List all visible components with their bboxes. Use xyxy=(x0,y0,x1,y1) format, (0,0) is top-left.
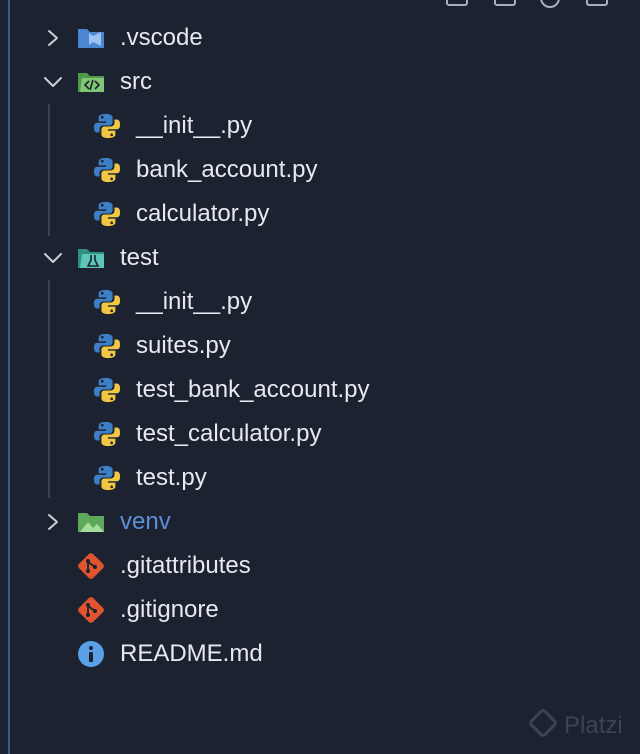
file-readme[interactable]: README.md xyxy=(0,632,640,676)
folder-test[interactable]: test xyxy=(0,236,640,280)
file-label: __init__.py xyxy=(136,112,253,139)
explorer-toolbar xyxy=(0,0,640,10)
folder-label: test xyxy=(120,244,159,271)
file-label: .gitattributes xyxy=(120,552,251,579)
source-folder-icon xyxy=(78,73,104,92)
python-icon xyxy=(93,157,121,183)
venv-folder-icon xyxy=(78,513,104,532)
chevron-right-icon[interactable] xyxy=(44,29,62,47)
file-item[interactable]: __init__.py xyxy=(0,104,640,148)
watermark-text: Platzi xyxy=(564,712,623,739)
chevron-right-icon[interactable] xyxy=(44,513,62,531)
python-icon xyxy=(93,201,121,227)
file-label: .gitignore xyxy=(120,596,219,623)
file-item[interactable]: test_calculator.py xyxy=(0,412,640,456)
new-folder-icon[interactable] xyxy=(494,0,516,6)
platzi-logo-icon xyxy=(527,707,559,739)
python-icon xyxy=(93,421,121,447)
file-item[interactable]: test.py xyxy=(0,456,640,500)
file-gitattributes[interactable]: .gitattributes xyxy=(0,544,640,588)
file-label: test.py xyxy=(136,464,207,491)
test-folder-icon xyxy=(78,249,104,268)
file-item[interactable]: bank_account.py xyxy=(0,148,640,192)
folder-vscode[interactable]: .vscode xyxy=(0,16,640,60)
platzi-watermark: Platzi xyxy=(527,706,640,746)
folder-label: src xyxy=(120,68,152,95)
chevron-down-icon[interactable] xyxy=(44,73,62,91)
refresh-icon[interactable] xyxy=(540,0,560,8)
collapse-all-icon[interactable] xyxy=(586,0,608,6)
python-icon xyxy=(93,113,121,139)
git-icon xyxy=(76,596,106,624)
folder-venv[interactable]: venv xyxy=(0,500,640,544)
new-file-icon[interactable] xyxy=(446,0,468,6)
file-label: suites.py xyxy=(136,332,231,359)
file-item[interactable]: suites.py xyxy=(0,324,640,368)
python-icon xyxy=(93,465,121,491)
python-icon xyxy=(93,289,121,315)
folder-label: .vscode xyxy=(120,24,203,51)
vscode-folder-icon xyxy=(78,29,104,48)
file-label: __init__.py xyxy=(136,288,253,315)
python-icon xyxy=(93,377,121,403)
git-icon xyxy=(76,552,106,580)
chevron-down-icon[interactable] xyxy=(44,249,62,267)
file-label: test_calculator.py xyxy=(136,420,322,447)
file-label: README.md xyxy=(120,640,263,667)
file-gitignore[interactable]: .gitignore xyxy=(0,588,640,632)
info-icon xyxy=(78,641,104,667)
file-item[interactable]: test_bank_account.py xyxy=(0,368,640,412)
folder-label: venv xyxy=(120,508,171,535)
file-item[interactable]: __init__.py xyxy=(0,280,640,324)
file-item[interactable]: calculator.py xyxy=(0,192,640,236)
file-label: test_bank_account.py xyxy=(136,376,370,403)
file-label: bank_account.py xyxy=(136,156,318,183)
python-icon xyxy=(93,333,121,359)
folder-src[interactable]: src xyxy=(0,60,640,104)
file-label: calculator.py xyxy=(136,200,270,227)
